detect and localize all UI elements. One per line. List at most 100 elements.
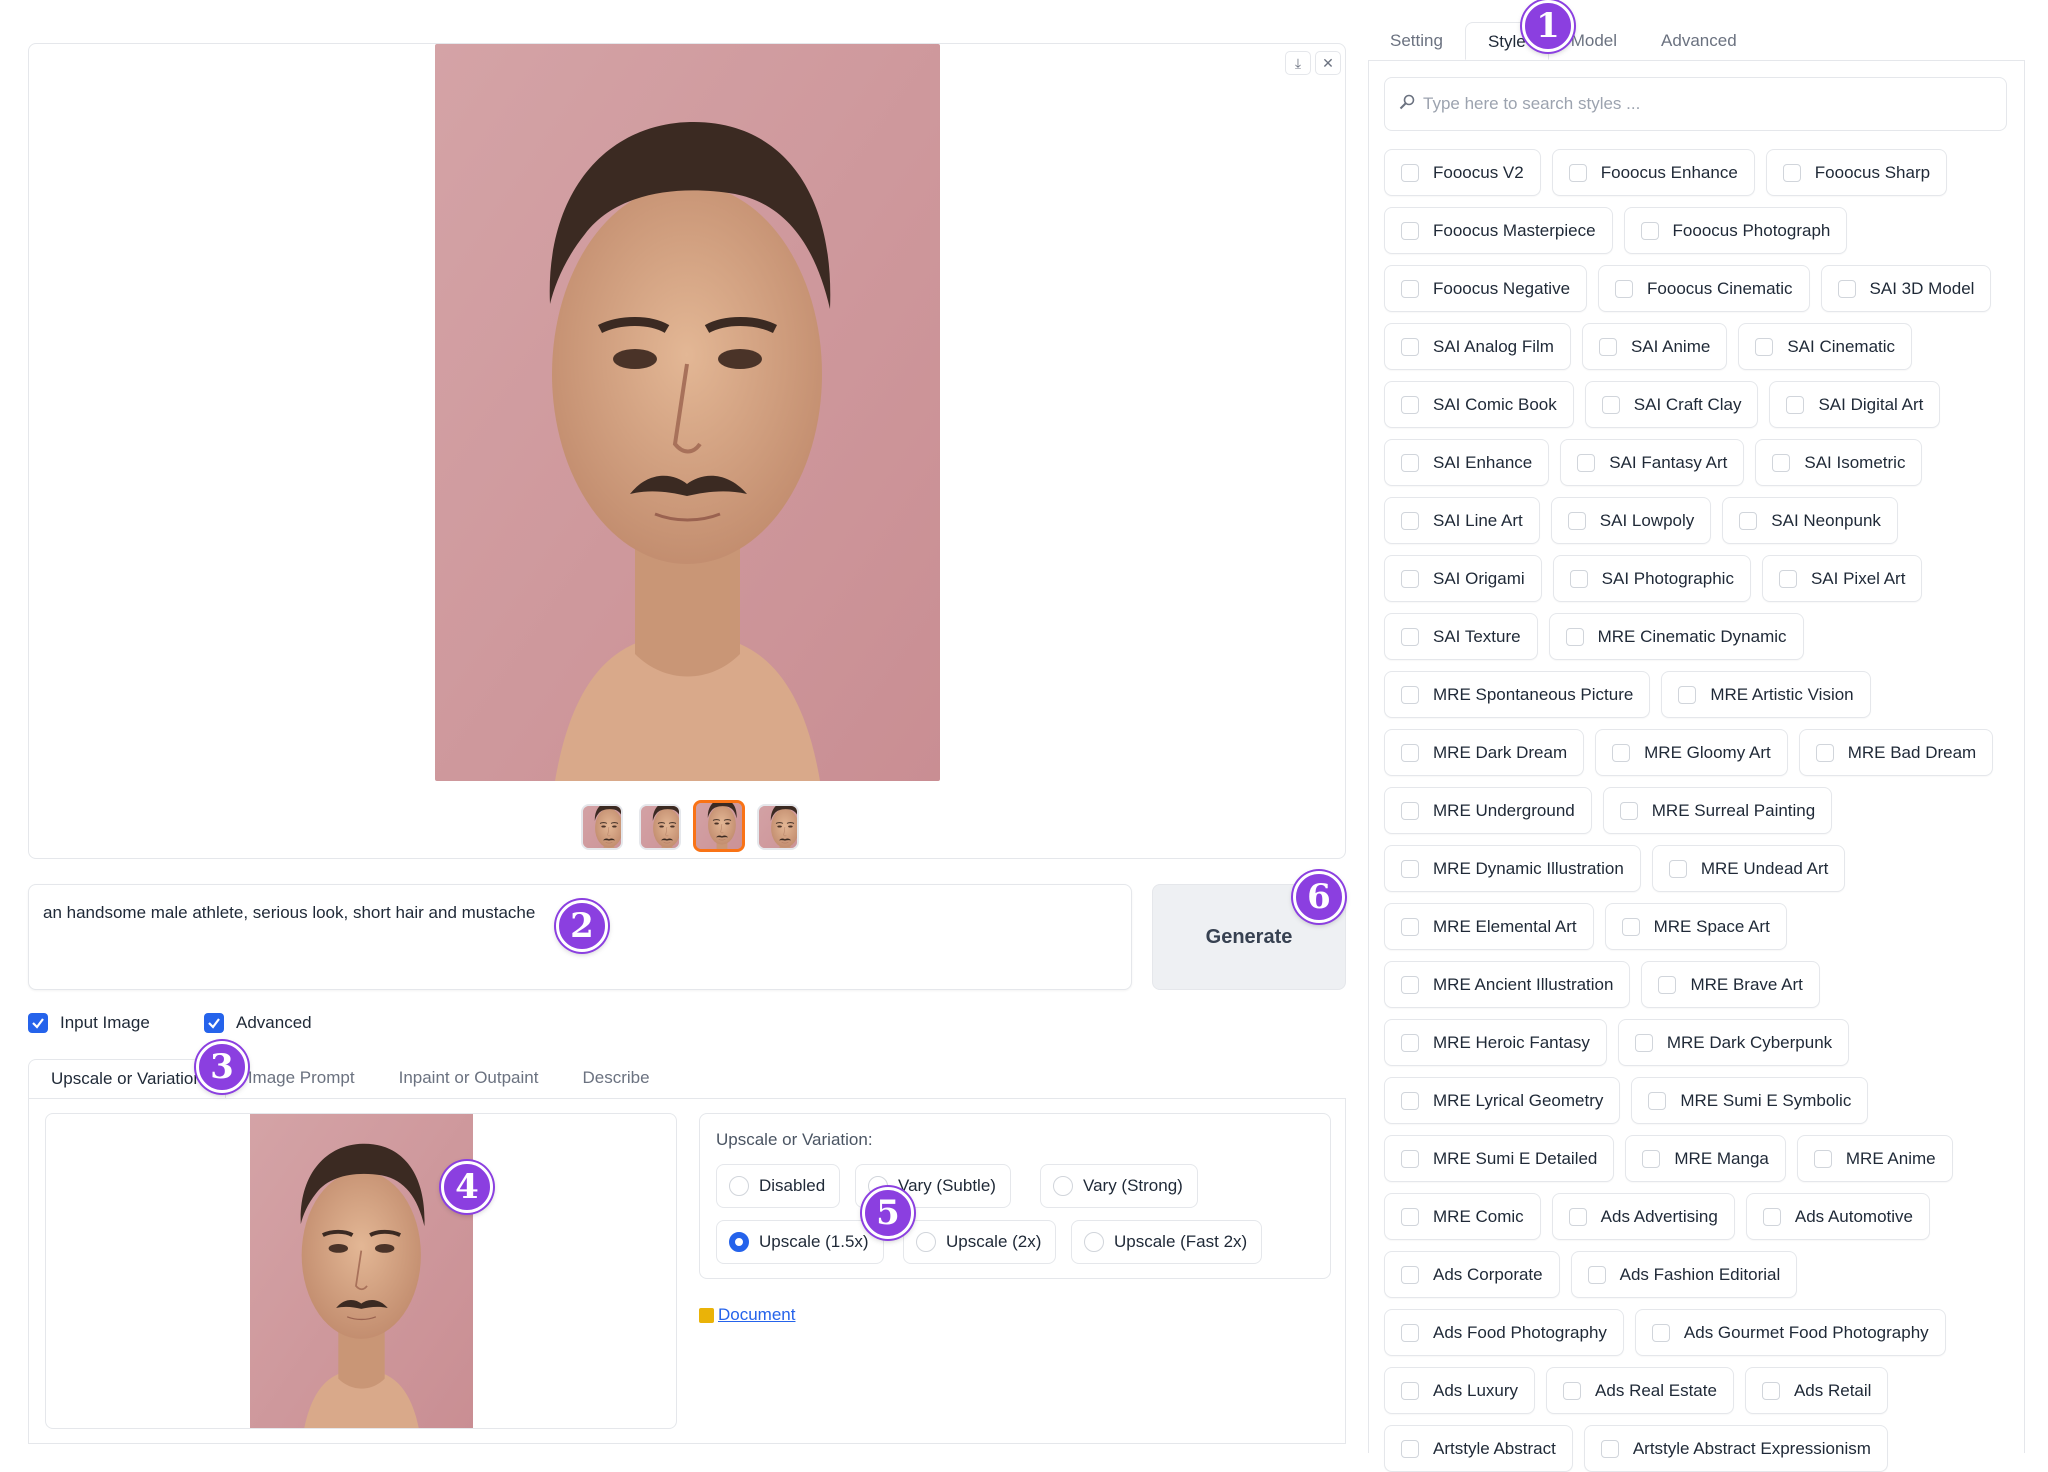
input-image-checkbox-row[interactable]: Input Image (28, 1013, 150, 1033)
style-option[interactable]: Fooocus Cinematic (1598, 265, 1810, 312)
checkbox-icon[interactable] (1401, 1207, 1419, 1226)
checkbox-icon[interactable] (1651, 1323, 1670, 1342)
style-option[interactable]: MRE Artistic Vision (1661, 671, 1871, 718)
checkbox-icon[interactable] (1634, 1033, 1653, 1052)
checkbox-icon[interactable] (1761, 1381, 1780, 1400)
checkbox-icon[interactable] (1587, 1265, 1606, 1284)
style-option[interactable]: Ads Gourmet Food Photography (1634, 1309, 1946, 1356)
checkbox-icon[interactable] (1782, 163, 1801, 182)
checkbox-icon[interactable] (1401, 1149, 1419, 1168)
style-option[interactable]: Ads Retail (1744, 1367, 1889, 1414)
style-option[interactable]: MRE Anime (1796, 1135, 1953, 1182)
document-link[interactable]: Document (699, 1305, 795, 1325)
generated-image[interactable] (435, 44, 940, 781)
checkbox-icon[interactable] (1813, 1149, 1832, 1168)
input-image-preview[interactable] (250, 1114, 473, 1429)
checkbox-icon[interactable] (1648, 1091, 1667, 1110)
checkbox-icon[interactable] (1401, 337, 1419, 356)
style-option[interactable]: MRE Elemental Art (1384, 903, 1594, 950)
checkbox-icon[interactable] (1401, 1265, 1419, 1284)
tab-advanced[interactable]: Advanced (1639, 22, 1759, 60)
checkbox-icon[interactable] (1568, 163, 1587, 182)
style-option[interactable]: MRE Cinematic Dynamic (1548, 613, 1804, 660)
checkbox-icon[interactable] (1668, 859, 1687, 878)
style-option[interactable]: MRE Comic (1384, 1193, 1541, 1240)
style-option[interactable]: Fooocus Masterpiece (1384, 207, 1613, 254)
style-option[interactable]: Ads Luxury (1384, 1367, 1536, 1414)
checkbox-icon[interactable] (1401, 569, 1419, 588)
checkbox-icon[interactable] (1612, 743, 1631, 762)
checkbox-icon[interactable] (1678, 685, 1697, 704)
style-option[interactable]: SAI Photographic (1552, 555, 1751, 602)
style-option[interactable]: SAI Lowpoly (1550, 497, 1712, 544)
style-option[interactable]: Ads Automotive (1745, 1193, 1930, 1240)
checkbox-icon[interactable] (1569, 569, 1588, 588)
style-option[interactable]: SAI Origami (1384, 555, 1542, 602)
style-option[interactable]: MRE Heroic Fantasy (1384, 1019, 1607, 1066)
checkbox-icon[interactable] (1401, 1323, 1419, 1342)
checkbox-icon[interactable] (1601, 395, 1620, 414)
style-option[interactable]: MRE Undead Art (1651, 845, 1846, 892)
style-option[interactable]: MRE Bad Dream (1798, 729, 1994, 776)
tab-image-prompt[interactable]: Image Prompt (226, 1059, 377, 1099)
checkbox-icon[interactable] (1401, 801, 1419, 820)
style-option[interactable]: SAI Pixel Art (1761, 555, 1923, 602)
download-icon[interactable]: ⤓ (1285, 51, 1311, 75)
document-link-label[interactable]: Document (718, 1305, 795, 1325)
advanced-checkbox-row[interactable]: Advanced (204, 1013, 312, 1033)
radio-disabled[interactable]: Disabled (716, 1164, 841, 1208)
checkbox-icon[interactable] (1621, 917, 1640, 936)
style-option[interactable]: SAI Isometric (1755, 439, 1923, 486)
checkbox-icon[interactable] (1600, 1439, 1619, 1458)
checkbox-icon[interactable] (1778, 569, 1797, 588)
input-image-checkbox[interactable] (28, 1013, 48, 1033)
style-search-box[interactable] (1384, 77, 2007, 131)
style-option[interactable]: Fooocus V2 (1384, 149, 1541, 196)
style-option[interactable]: Artstyle Abstract Expressionism (1583, 1425, 1888, 1472)
checkbox-icon[interactable] (1837, 279, 1856, 298)
checkbox-icon[interactable] (1619, 801, 1638, 820)
checkbox-icon[interactable] (1401, 917, 1419, 936)
style-option[interactable]: Artstyle Abstract (1384, 1425, 1573, 1472)
radio-upscale-fast-2x[interactable]: Upscale (Fast 2x) (1071, 1220, 1263, 1264)
style-option[interactable]: MRE Sumi E Symbolic (1631, 1077, 1869, 1124)
checkbox-icon[interactable] (1401, 1381, 1419, 1400)
thumbnail-2[interactable] (639, 804, 681, 850)
style-option[interactable]: SAI Digital Art (1769, 381, 1941, 428)
style-option[interactable]: Ads Corporate (1384, 1251, 1560, 1298)
style-option[interactable]: SAI Fantasy Art (1560, 439, 1745, 486)
checkbox-icon[interactable] (1401, 685, 1419, 704)
thumbnail-1[interactable] (581, 804, 623, 850)
checkbox-icon[interactable] (1615, 279, 1634, 298)
style-option[interactable]: MRE Underground (1384, 787, 1592, 834)
style-option[interactable]: SAI Craft Clay (1584, 381, 1759, 428)
checkbox-icon[interactable] (1401, 279, 1419, 298)
style-option[interactable]: MRE Gloomy Art (1595, 729, 1788, 776)
checkbox-icon[interactable] (1772, 453, 1791, 472)
checkbox-icon[interactable] (1815, 743, 1834, 762)
close-icon[interactable]: ✕ (1315, 51, 1341, 75)
advanced-checkbox[interactable] (204, 1013, 224, 1033)
checkbox-icon[interactable] (1401, 453, 1419, 472)
style-option[interactable]: MRE Sumi E Detailed (1384, 1135, 1615, 1182)
style-option[interactable]: MRE Surreal Painting (1602, 787, 1833, 834)
checkbox-icon[interactable] (1577, 453, 1596, 472)
style-option[interactable]: MRE Manga (1625, 1135, 1786, 1182)
checkbox-icon[interactable] (1401, 1091, 1419, 1110)
checkbox-icon[interactable] (1598, 337, 1617, 356)
style-option[interactable]: SAI Neonpunk (1722, 497, 1898, 544)
style-option[interactable]: SAI Texture (1384, 613, 1538, 660)
style-option[interactable]: SAI Analog Film (1384, 323, 1571, 370)
radio-upscale-2x[interactable]: Upscale (2x) (903, 1220, 1057, 1264)
checkbox-icon[interactable] (1762, 1207, 1781, 1226)
checkbox-icon[interactable] (1642, 1149, 1661, 1168)
style-option[interactable]: Ads Advertising (1551, 1193, 1735, 1240)
tab-setting[interactable]: Setting (1368, 22, 1465, 60)
style-option[interactable]: Ads Food Photography (1384, 1309, 1624, 1356)
style-option[interactable]: MRE Lyrical Geometry (1384, 1077, 1621, 1124)
style-option[interactable]: MRE Dynamic Illustration (1384, 845, 1641, 892)
checkbox-icon[interactable] (1401, 627, 1419, 646)
style-option[interactable]: Fooocus Photograph (1623, 207, 1848, 254)
radio-upscale-1-5x[interactable]: Upscale (1.5x) (716, 1220, 884, 1264)
input-image-upload[interactable] (45, 1113, 677, 1429)
